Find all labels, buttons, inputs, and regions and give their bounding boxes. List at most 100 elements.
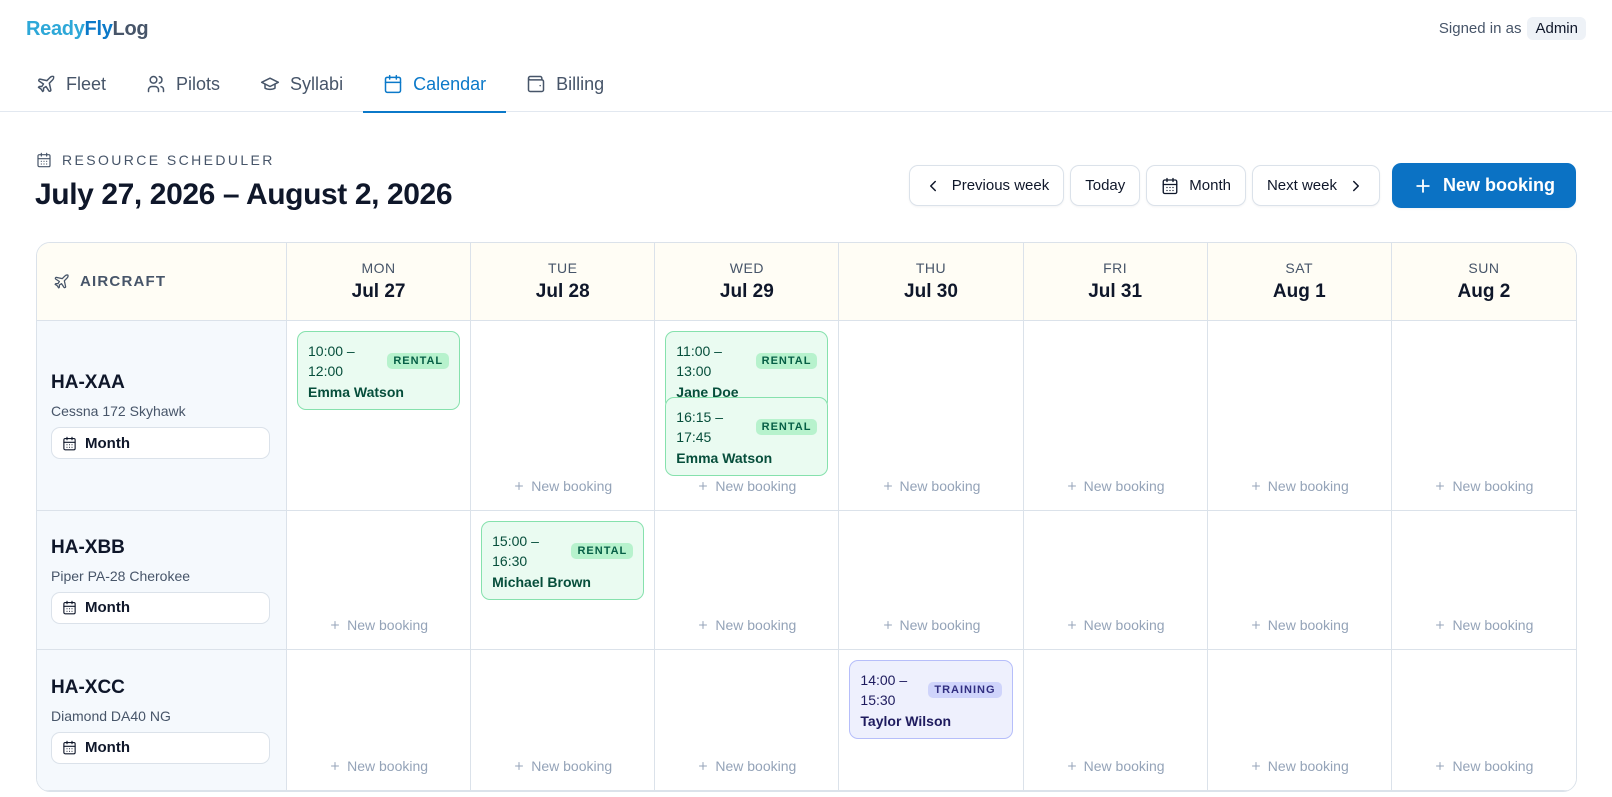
new-booking-button[interactable]: New booking <box>1392 163 1576 208</box>
new-booking-slot[interactable]: New booking <box>1024 478 1207 494</box>
day-slot[interactable]: New booking <box>839 321 1024 511</box>
chevron-left-icon <box>929 180 936 191</box>
new-booking-slot[interactable]: New booking <box>655 478 838 494</box>
day-slot[interactable]: New booking <box>471 650 656 791</box>
plus-icon <box>331 621 340 629</box>
new-booking-slot[interactable]: New booking <box>1392 478 1576 494</box>
user-badge[interactable]: Admin <box>1527 17 1586 40</box>
day-slot[interactable]: New booking <box>655 511 840 650</box>
day-slot[interactable]: New booking <box>1023 511 1208 650</box>
scheduler-toolbar: Previous week Today Month Next week New … <box>908 163 1576 208</box>
tab-syllabi[interactable]: Syllabi <box>240 56 363 112</box>
plus-icon <box>699 482 708 490</box>
tab-billing[interactable]: Billing <box>506 56 624 112</box>
day-slot[interactable]: 14:00 – 15:30 TRAINING Taylor Wilson <box>839 650 1024 791</box>
calendar-grid-icon <box>63 600 76 615</box>
resource-month-button[interactable]: Month <box>51 427 270 459</box>
aircraft-header-label: AIRCRAFT <box>80 273 167 290</box>
new-booking-slot[interactable]: New booking <box>471 478 654 494</box>
booking-time: 16:15 – 17:45 <box>676 409 723 445</box>
day-of-week: MON <box>361 260 396 276</box>
new-booking-label: New booking <box>1443 175 1555 195</box>
resource-month-label: Month <box>85 599 130 616</box>
day-slot[interactable]: 11:00 – 13:00 RENTAL Jane Doe 16:15 – 17:45… <box>655 321 840 511</box>
previous-week-button[interactable]: Previous week <box>908 165 1065 206</box>
booking-pilot: Michael Brown <box>492 574 591 590</box>
tab-pilots[interactable]: Pilots <box>126 56 240 112</box>
today-button[interactable]: Today <box>1070 165 1141 206</box>
new-booking-slot[interactable]: New booking <box>839 617 1022 633</box>
resource-month-button[interactable]: Month <box>51 591 270 624</box>
day-slot[interactable]: New booking <box>1023 321 1208 511</box>
new-booking-slot[interactable]: New booking <box>655 758 838 774</box>
booking-pilot: Taylor Wilson <box>860 713 952 729</box>
day-slot[interactable]: New booking <box>1207 321 1392 511</box>
next-week-button[interactable]: Next week <box>1251 165 1380 206</box>
tab-pilots-label: Pilots <box>176 73 221 94</box>
new-booking-slot[interactable]: New booking <box>1208 478 1391 494</box>
wallet-icon <box>527 75 545 93</box>
new-booking-slot[interactable]: New booking <box>287 617 470 633</box>
new-booking-slot-label: New booking <box>1452 758 1534 774</box>
main-nav: Fleet Pilots Syllabi Calendar Billing <box>16 56 624 113</box>
plus-icon <box>1251 621 1260 629</box>
booking-card[interactable]: 15:00 – 16:30 RENTAL Michael Brown <box>481 521 645 600</box>
day-slot[interactable]: New booking <box>471 321 656 511</box>
resource-cell: HA-XCC Diamond DA40 NG Month <box>37 650 287 791</box>
new-booking-slot[interactable]: New booking <box>471 758 654 774</box>
day-header: THU Jul 30 <box>839 243 1024 321</box>
new-booking-slot[interactable]: New booking <box>1208 758 1391 774</box>
day-slot[interactable]: New booking <box>1391 321 1576 511</box>
new-booking-slot[interactable]: New booking <box>287 758 470 774</box>
booking-card[interactable]: 14:00 – 15:30 TRAINING Taylor Wilson <box>849 660 1013 739</box>
new-booking-slot[interactable]: New booking <box>655 617 838 633</box>
new-booking-slot-label: New booking <box>531 478 613 494</box>
day-header: FRI Jul 31 <box>1023 243 1208 321</box>
resource-cell: HA-XAA Cessna 172 Skyhawk Month <box>37 321 287 511</box>
new-booking-slot[interactable]: New booking <box>1024 758 1207 774</box>
eyebrow-label: RESOURCE SCHEDULER <box>62 152 275 168</box>
day-slot[interactable]: New booking <box>1207 511 1392 650</box>
brand-logo[interactable]: ReadyFlyLog <box>26 18 149 41</box>
day-date: Jul 30 <box>904 281 958 302</box>
new-booking-slot[interactable]: New booking <box>1392 758 1576 774</box>
plus-icon <box>699 621 708 629</box>
booking-card[interactable]: 16:15 – 17:45 RENTAL Emma Watson <box>665 397 829 476</box>
day-slot[interactable]: New booking <box>287 511 472 650</box>
tab-fleet-label: Fleet <box>66 73 107 94</box>
day-slot[interactable]: New booking <box>655 650 840 791</box>
graduation-cap-icon <box>260 77 280 91</box>
resource-month-button[interactable]: Month <box>51 731 270 764</box>
booking-pilot: Emma Watson <box>308 384 404 400</box>
day-slot[interactable]: 15:00 – 16:30 RENTAL Michael Brown <box>471 511 656 650</box>
plus-icon <box>883 482 892 490</box>
new-booking-slot-label: New booking <box>1452 478 1534 494</box>
new-booking-slot[interactable]: New booking <box>1208 617 1391 633</box>
new-booking-slot[interactable]: New booking <box>1024 617 1207 633</box>
tab-fleet[interactable]: Fleet <box>16 56 126 112</box>
plus-icon <box>515 762 524 770</box>
tab-syllabi-label: Syllabi <box>290 73 344 94</box>
day-slot[interactable]: New booking <box>1391 511 1576 650</box>
day-slot[interactable]: New booking <box>287 650 472 791</box>
month-view-button[interactable]: Month <box>1146 165 1246 206</box>
aircraft-model: Diamond DA40 NG <box>51 707 171 724</box>
booking-card[interactable]: 10:00 – 12:00 RENTAL Emma Watson <box>297 331 461 410</box>
aircraft-registration: HA-XCC <box>51 676 125 698</box>
tab-calendar[interactable]: Calendar <box>363 56 507 113</box>
booking-type-badge: RENTAL <box>387 353 450 369</box>
new-booking-slot[interactable]: New booking <box>1392 617 1576 633</box>
day-slot[interactable]: New booking <box>1207 650 1392 791</box>
new-booking-slot[interactable]: New booking <box>839 478 1022 494</box>
tab-calendar-label: Calendar <box>413 73 487 94</box>
scheduler-grid: AIRCRAFT MON Jul 27 TUE Jul 28 WED Jul 29 THU Ju… <box>36 242 1577 792</box>
day-slot[interactable]: New booking <box>1391 650 1576 791</box>
new-booking-slot-label: New booking <box>1452 617 1534 633</box>
aircraft-column-header: AIRCRAFT <box>37 243 287 321</box>
day-slot[interactable]: New booking <box>839 511 1024 650</box>
new-booking-slot-label: New booking <box>715 617 797 633</box>
day-slot[interactable]: New booking <box>1023 650 1208 791</box>
brand-part-log: Log <box>112 18 149 40</box>
day-slot[interactable]: 10:00 – 12:00 RENTAL Emma Watson <box>287 321 472 511</box>
brand-part-ready: Ready <box>26 18 85 40</box>
